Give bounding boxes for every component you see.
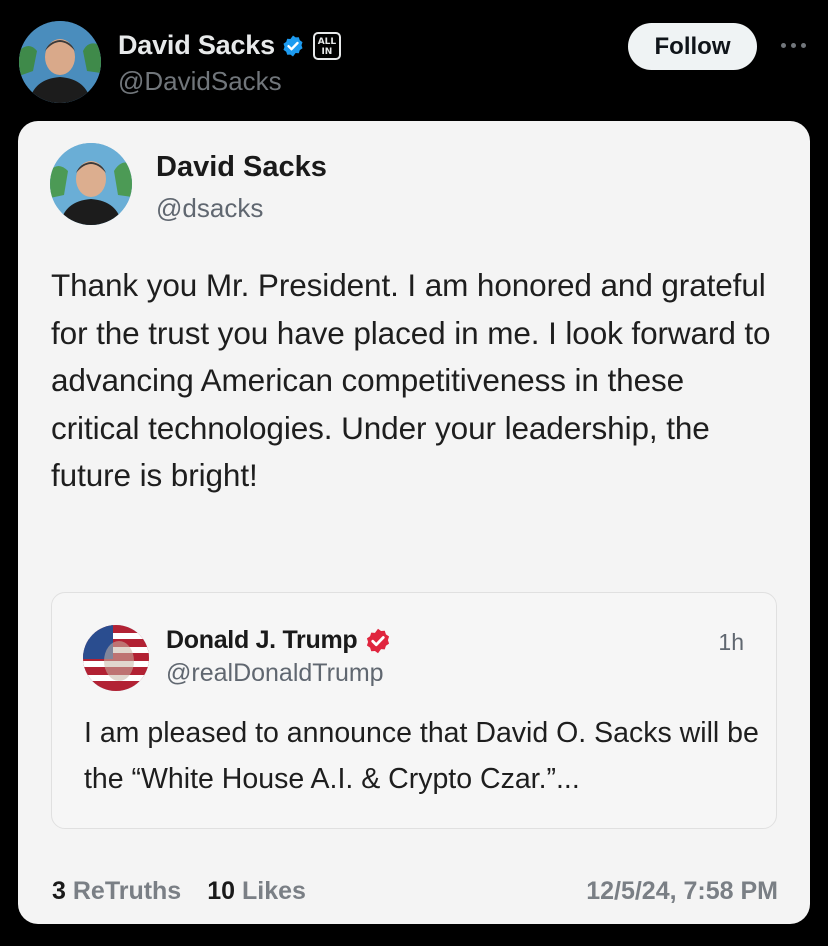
verified-badge-icon — [283, 35, 303, 56]
quoted-post[interactable]: Donald J. Trump @realDonaldTrump 1h I am… — [51, 592, 777, 829]
likes-label: Likes — [241, 877, 306, 905]
header-name-row: David Sacks ALL IN — [118, 30, 341, 61]
flag-portrait-icon — [83, 625, 149, 691]
quote-name-row: Donald J. Trump — [166, 626, 392, 655]
truth-author-name: David Sacks — [156, 151, 327, 183]
quote-author-name: Donald J. Trump — [166, 626, 358, 654]
retruths-label: ReTruths — [72, 877, 182, 905]
author-handle[interactable]: @DavidSacks — [118, 66, 282, 97]
affiliate-badge-label: ALL IN — [317, 36, 337, 57]
avatar[interactable] — [19, 21, 101, 103]
truth-body-text: Thank you Mr. President. I am honored an… — [51, 267, 771, 493]
truth-avatar-photo — [50, 143, 132, 225]
truth-card: David Sacks @dsacks Thank you Mr. Presid… — [18, 121, 810, 924]
quote-avatar — [83, 625, 149, 691]
quote-timestamp: 1h — [718, 629, 744, 655]
retruths-count: 3 — [52, 877, 66, 905]
post-header: David Sacks ALL IN @DavidSacks Follow — [0, 0, 828, 118]
verified-badge-icon — [367, 628, 390, 653]
retruths-stat[interactable]: 3 ReTruths — [52, 877, 181, 906]
likes-count: 10 — [207, 877, 236, 905]
author-name[interactable]: David Sacks — [118, 30, 275, 61]
truth-avatar — [50, 143, 132, 225]
quote-body-text: I am pleased to announce that David O. S… — [84, 717, 759, 795]
truth-author-handle: @dsacks — [156, 193, 264, 223]
follow-button[interactable]: Follow — [628, 23, 757, 70]
quote-author-handle: @realDonaldTrump — [166, 659, 384, 687]
avatar-photo — [19, 21, 101, 103]
engagement-stats: 3 ReTruths 10 Likes — [52, 877, 306, 906]
truth-timestamp: 12/5/24, 7:58 PM — [586, 877, 778, 905]
affiliate-badge[interactable]: ALL IN — [312, 31, 341, 60]
likes-stat[interactable]: 10 Likes — [207, 877, 306, 906]
more-options-icon[interactable] — [776, 35, 810, 55]
